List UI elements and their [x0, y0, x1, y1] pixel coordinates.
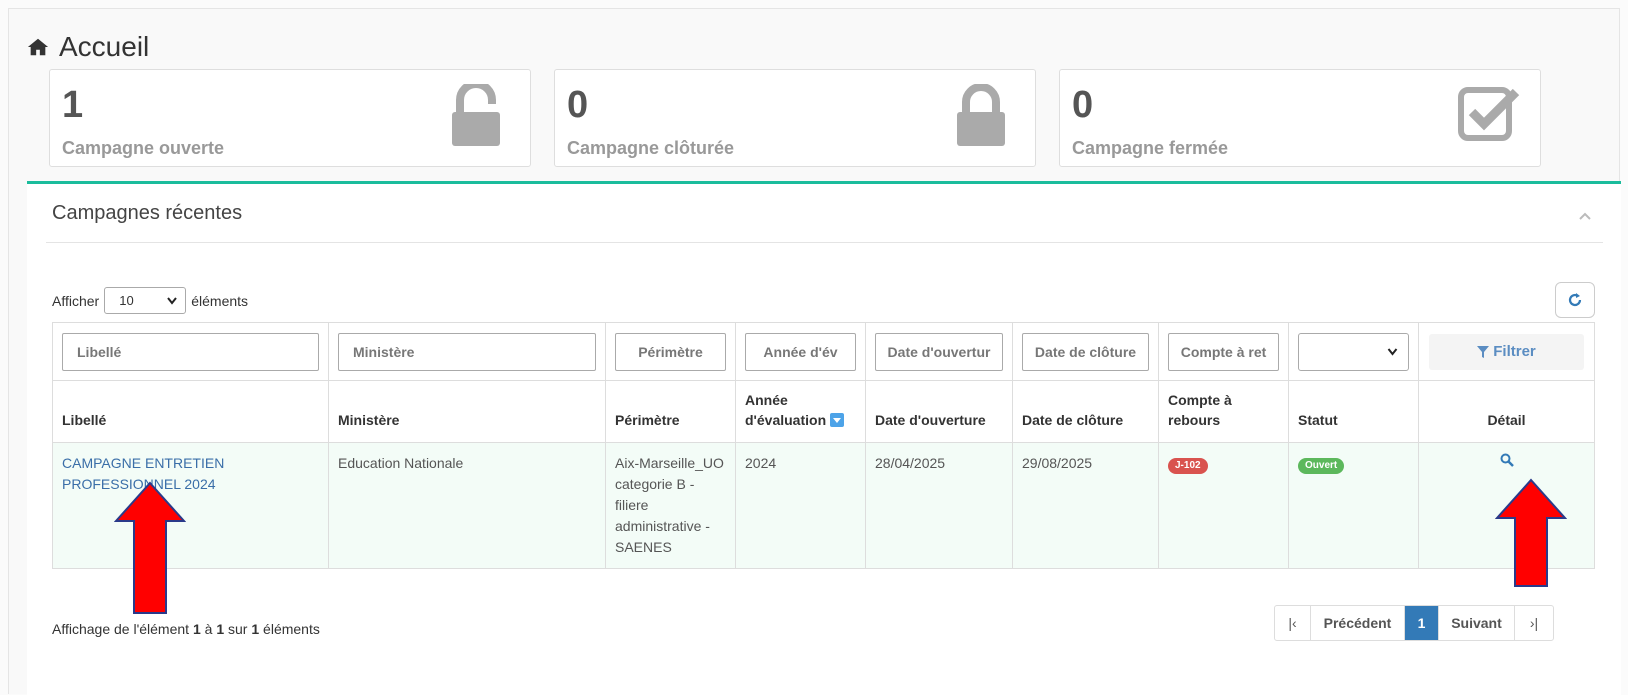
chevron-down-icon [1387, 347, 1398, 356]
page-next-button[interactable]: Suivant [1439, 606, 1515, 640]
perimetre-line: SAENES [615, 539, 672, 555]
info-mid2: sur [228, 621, 248, 637]
chevron-down-icon [167, 296, 177, 305]
page-current-button[interactable]: 1 [1405, 606, 1439, 640]
col-header-date-ouverture[interactable]: Date d'ouverture [865, 380, 1013, 443]
table-row: CAMPAGNE ENTRETIEN PROFESSIONNEL 2024 Edu… [52, 442, 1595, 569]
info-total: 1 [251, 621, 260, 637]
col-header-libelle[interactable]: Libellé [52, 380, 329, 443]
header-row: Libellé Ministère Périmètre Année d'éval… [52, 380, 1595, 443]
panel-divider [46, 242, 1603, 243]
filter-date-ouverture-input[interactable]: Date d'ouvertur [875, 332, 1003, 371]
info-mid: à [204, 621, 213, 637]
perimetre-line: categorie B - [615, 476, 695, 492]
filter-statut-select[interactable] [1298, 332, 1409, 371]
page-length-control: Afficher 10 éléments [52, 287, 248, 314]
stat-value: 1 [62, 84, 84, 126]
page-first-button[interactable]: |‹ [1275, 606, 1311, 640]
stat-label: Campagne fermée [1072, 138, 1229, 158]
filter-button[interactable]: Filtrer [1429, 333, 1584, 370]
campaigns-table: Libellé Ministère Périmètre Année d'év D… [52, 322, 1595, 569]
refresh-icon [1568, 293, 1582, 307]
status-badge: Ouvert [1298, 458, 1345, 474]
cell-ministere: Education Nationale [328, 442, 606, 569]
show-prefix: Afficher [52, 292, 100, 309]
filter-date-cloture-input[interactable]: Date de clôture [1022, 332, 1149, 371]
col-header-ministere[interactable]: Ministère [328, 380, 606, 443]
stat-value: 0 [1072, 84, 1094, 126]
perimetre-line: administrative - [615, 518, 710, 534]
recent-campaigns-panel: Campagnes récentes Afficher 10 éléments [27, 181, 1621, 695]
col-header-compte-line2: rebours [1168, 412, 1221, 428]
cell-perimetre: Aix-Marseille_UO categorie B - filiere a… [605, 442, 736, 569]
col-header-annee[interactable]: Année d'évaluation [735, 380, 866, 443]
filter-libelle-input[interactable]: Libellé [62, 332, 319, 371]
stat-label: Campagne clôturée [567, 138, 735, 158]
campaign-link-line1: CAMPAGNE ENTRETIEN [62, 455, 225, 471]
page-last-button[interactable]: ›| [1515, 606, 1553, 640]
page-title: Accueil [27, 31, 149, 63]
filter-row: Libellé Ministère Périmètre Année d'év D… [52, 322, 1595, 381]
annotation-arrow-up [1495, 478, 1567, 587]
pagination: |‹ Précédent 1 Suivant ›| [1274, 605, 1554, 641]
cell-libelle: CAMPAGNE ENTRETIEN PROFESSIONNEL 2024 [52, 442, 329, 569]
checkbox-icon [1458, 87, 1520, 141]
filter-button-label: Filtrer [1493, 343, 1536, 360]
home-icon [27, 38, 49, 56]
perimetre-line: Aix-Marseille_UO [615, 455, 724, 471]
countdown-badge: J-102 [1168, 458, 1208, 474]
page-title-text: Accueil [59, 31, 150, 62]
lock-icon [957, 84, 1005, 146]
table-info: Affichage de l'élément 1 à 1 sur 1 éléme… [52, 621, 320, 637]
col-header-detail: Détail [1418, 380, 1595, 443]
stat-closed-campaigns[interactable]: 0 Campagne clôturée [554, 69, 1036, 167]
filter-icon [1477, 345, 1490, 358]
page-length-select[interactable]: 10 [104, 287, 187, 314]
show-suffix: éléments [191, 292, 249, 309]
cell-compte: J-102 [1158, 442, 1289, 569]
search-icon[interactable] [1500, 453, 1514, 467]
info-to: 1 [216, 621, 225, 637]
sort-desc-icon[interactable] [830, 413, 845, 427]
col-header-annee-line1: Année [745, 392, 788, 408]
perimetre-line: filiere [615, 497, 649, 513]
page-prev-button[interactable]: Précédent [1311, 606, 1405, 640]
col-header-compte[interactable]: Compte à rebours [1158, 380, 1289, 443]
col-header-date-cloture[interactable]: Date de clôture [1012, 380, 1159, 443]
info-prefix: Affichage de l'élément [52, 621, 190, 637]
filter-compte-input[interactable]: Compte à ret [1168, 332, 1279, 371]
chevron-up-icon[interactable] [1577, 208, 1593, 224]
cell-statut: Ouvert [1288, 442, 1419, 569]
filter-annee-input[interactable]: Année d'év [745, 332, 856, 371]
filter-ministere-input[interactable]: Ministère [338, 332, 596, 371]
col-header-annee-line2: d'évaluation [745, 412, 827, 428]
cell-date-ouverture: 28/04/2025 [865, 442, 1013, 569]
stat-open-campaigns[interactable]: 1 Campagne ouverte [49, 69, 531, 167]
page-length-value: 10 [119, 293, 134, 308]
info-from: 1 [192, 621, 201, 637]
unlock-icon [452, 84, 500, 146]
page-container: Accueil 1 Campagne ouverte 0 Campagne cl… [8, 8, 1621, 695]
panel-title: Campagnes récentes [52, 202, 243, 224]
annotation-arrow-up [114, 481, 186, 614]
refresh-button[interactable] [1555, 282, 1595, 318]
info-suffix: éléments [263, 621, 320, 637]
col-header-compte-line1: Compte à [1168, 392, 1232, 408]
stat-value: 0 [567, 84, 589, 126]
stat-label: Campagne ouverte [62, 138, 225, 158]
col-header-statut[interactable]: Statut [1288, 380, 1419, 443]
stat-finished-campaigns[interactable]: 0 Campagne fermée [1059, 69, 1541, 167]
col-header-perimetre[interactable]: Périmètre [605, 380, 736, 443]
filter-perimetre-input[interactable]: Périmètre [615, 332, 726, 371]
cell-date-cloture: 29/08/2025 [1012, 442, 1159, 569]
cell-annee: 2024 [735, 442, 866, 569]
